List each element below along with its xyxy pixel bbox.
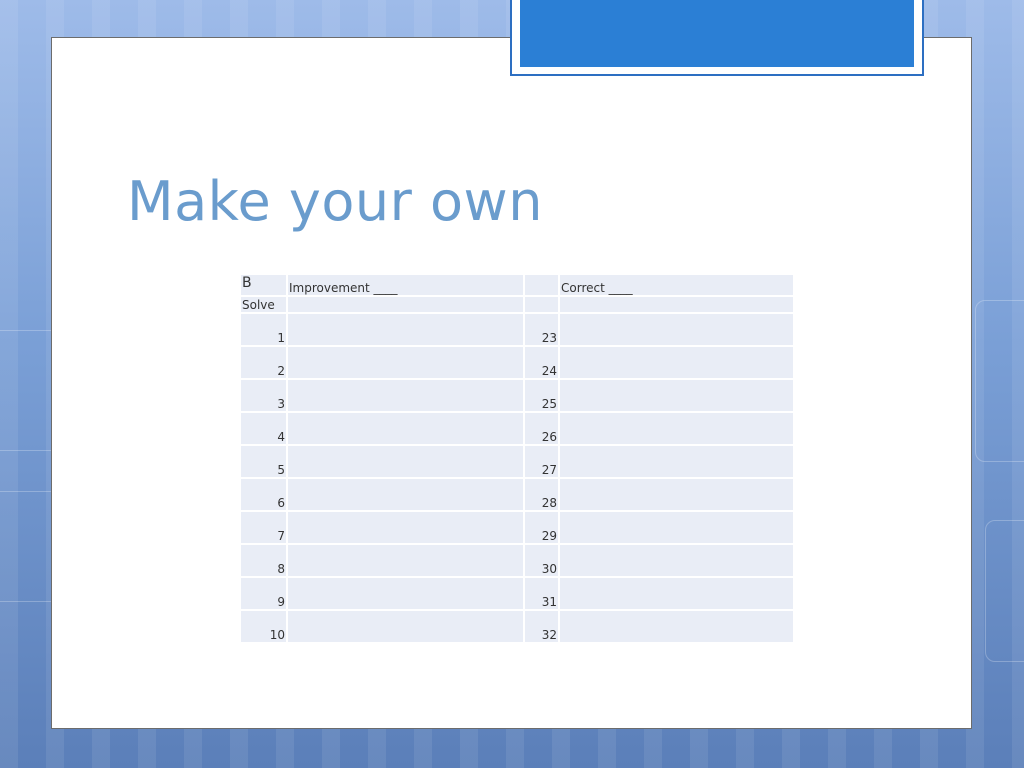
answer-cell-left bbox=[286, 411, 525, 446]
subheader-cell bbox=[286, 295, 525, 314]
table-row: 10 32 bbox=[239, 609, 795, 644]
row-number-right: 29 bbox=[523, 510, 560, 545]
answer-cell-left bbox=[286, 609, 525, 644]
presentation-background: Make your own B Improvement ____ Correct… bbox=[0, 0, 1024, 768]
answer-cell-left bbox=[286, 378, 525, 413]
answer-cell-right bbox=[558, 378, 795, 413]
row-number-left: 1 bbox=[239, 312, 288, 347]
background-shape bbox=[985, 520, 1024, 662]
row-number-right: 25 bbox=[523, 378, 560, 413]
answer-cell-left bbox=[286, 345, 525, 380]
row-number-right: 26 bbox=[523, 411, 560, 446]
slide-title: Make your own bbox=[127, 170, 543, 233]
table-row: 3 25 bbox=[239, 378, 795, 413]
answer-cell-right bbox=[558, 477, 795, 512]
table-row: 1 23 bbox=[239, 312, 795, 347]
background-shape bbox=[975, 300, 1024, 462]
row-number-right: 31 bbox=[523, 576, 560, 611]
header-cell-correct: Correct ____ bbox=[558, 273, 795, 297]
row-number-right: 32 bbox=[523, 609, 560, 644]
row-number-left: 10 bbox=[239, 609, 288, 644]
row-number-left: 4 bbox=[239, 411, 288, 446]
answer-cell-right bbox=[558, 444, 795, 479]
row-number-left: 8 bbox=[239, 543, 288, 578]
answer-cell-left bbox=[286, 477, 525, 512]
answer-cell-left bbox=[286, 543, 525, 578]
row-number-right: 23 bbox=[523, 312, 560, 347]
answer-cell-left bbox=[286, 576, 525, 611]
table-row: 5 27 bbox=[239, 444, 795, 479]
table-header-row: B Improvement ____ Correct ____ bbox=[239, 273, 795, 297]
row-number-left: 7 bbox=[239, 510, 288, 545]
row-number-right: 27 bbox=[523, 444, 560, 479]
subheader-cell bbox=[558, 295, 795, 314]
header-cell-improvement: Improvement ____ bbox=[286, 273, 525, 297]
answer-cell-right bbox=[558, 510, 795, 545]
subheader-cell-solve: Solve bbox=[239, 295, 288, 314]
header-cell-b: B bbox=[239, 273, 288, 297]
answer-cell-right bbox=[558, 543, 795, 578]
table-row: 4 26 bbox=[239, 411, 795, 446]
answer-cell-left bbox=[286, 444, 525, 479]
answer-cell-right bbox=[558, 312, 795, 347]
row-number-left: 2 bbox=[239, 345, 288, 380]
table-row: 7 29 bbox=[239, 510, 795, 545]
table-row: 2 24 bbox=[239, 345, 795, 380]
answer-cell-right bbox=[558, 609, 795, 644]
answer-cell-left bbox=[286, 510, 525, 545]
answer-cell-right bbox=[558, 576, 795, 611]
table-row: 9 31 bbox=[239, 576, 795, 611]
answer-cell-right bbox=[558, 411, 795, 446]
row-number-left: 6 bbox=[239, 477, 288, 512]
row-number-right: 24 bbox=[523, 345, 560, 380]
row-number-left: 3 bbox=[239, 378, 288, 413]
table-row: 6 28 bbox=[239, 477, 795, 512]
table-row: 8 30 bbox=[239, 543, 795, 578]
answer-cell-right bbox=[558, 345, 795, 380]
practice-table: B Improvement ____ Correct ____ Solve 12… bbox=[239, 273, 795, 644]
subheader-cell bbox=[523, 295, 560, 314]
row-number-left: 5 bbox=[239, 444, 288, 479]
row-number-left: 9 bbox=[239, 576, 288, 611]
header-cell-blank bbox=[523, 273, 560, 297]
answer-cell-left bbox=[286, 312, 525, 347]
row-number-right: 30 bbox=[523, 543, 560, 578]
row-number-right: 28 bbox=[523, 477, 560, 512]
accent-bar bbox=[520, 0, 914, 67]
table-subheader-row: Solve bbox=[239, 295, 795, 314]
